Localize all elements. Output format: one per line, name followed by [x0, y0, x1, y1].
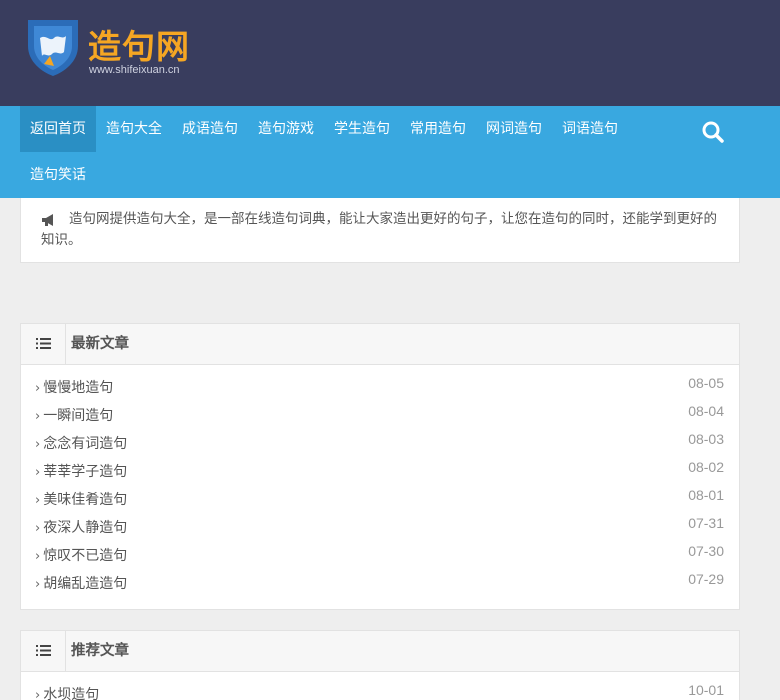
- nav-item-netword-sentences[interactable]: 网词造句: [476, 106, 552, 152]
- article-date: 07-31: [688, 515, 724, 531]
- latest-articles-panel: 最新文章 › 慢慢地造句 08-05 › 一瞬间造句 08-04 › 念念有词造句 0…: [20, 323, 740, 610]
- article-link[interactable]: › 胡编乱造造句: [35, 573, 127, 593]
- site-notice: 造句网提供造句大全，是一部在线造句词典，能让大家造出更好的句子，让您在造句的同时…: [20, 198, 740, 263]
- latest-articles-list: › 慢慢地造句 08-05 › 一瞬间造句 08-04 › 念念有词造句 08-03 …: [21, 365, 739, 592]
- list-item: › 胡编乱造造句 07-29: [21, 561, 739, 592]
- site-header: 造句网 www.shifeixuan.cn: [0, 0, 780, 106]
- logo-url: www.shifeixuan.cn: [89, 64, 180, 76]
- list-item: › 莘莘学子造句 08-02: [21, 449, 739, 480]
- list-item: › 一瞬间造句 08-04: [21, 393, 739, 424]
- nav-item-idiom-sentences[interactable]: 成语造句: [172, 106, 248, 152]
- list-item: › 惊叹不已造句 07-30: [21, 533, 739, 564]
- recommended-articles-list: › 水坝造句 10-01: [21, 672, 739, 700]
- list-icon: [21, 631, 66, 671]
- search-icon[interactable]: [700, 119, 726, 145]
- article-date: 07-29: [688, 571, 724, 587]
- nav-item-word-sentences[interactable]: 词语造句: [552, 106, 628, 152]
- article-link[interactable]: › 水坝造句: [35, 684, 99, 700]
- panel-header: 推荐文章: [21, 631, 739, 672]
- nav-item-sentence-collection[interactable]: 造句大全: [96, 106, 172, 152]
- panel-title: 最新文章: [71, 336, 129, 352]
- article-date: 10-01: [688, 682, 724, 698]
- recommended-articles-panel: 推荐文章 › 水坝造句 10-01: [20, 630, 740, 700]
- notice-text: 造句网提供造句大全，是一部在线造句词典，能让大家造出更好的句子，让您在造句的同时…: [41, 211, 717, 248]
- list-icon: [21, 324, 66, 364]
- main-nav: 返回首页 造句大全 成语造句 造句游戏 学生造句 常用造句 网词造句 词语造句 …: [0, 106, 780, 198]
- article-date: 08-01: [688, 487, 724, 503]
- logo-text: 造句网: [88, 27, 190, 66]
- list-item: › 慢慢地造句 08-05: [21, 365, 739, 396]
- article-date: 08-05: [688, 375, 724, 391]
- article-date: 07-30: [688, 543, 724, 559]
- nav-item-common-sentences[interactable]: 常用造句: [400, 106, 476, 152]
- article-date: 08-02: [688, 459, 724, 475]
- article-date: 08-03: [688, 431, 724, 447]
- chevron-right-icon: ›: [35, 688, 41, 700]
- nav-item-home[interactable]: 返回首页: [20, 106, 96, 152]
- list-item: › 美味佳肴造句 08-01: [21, 477, 739, 508]
- nav-item-sentence-jokes[interactable]: 造句笑话: [20, 152, 96, 198]
- shield-logo-icon: [28, 20, 78, 76]
- nav-item-student-sentences[interactable]: 学生造句: [324, 106, 400, 152]
- panel-header: 最新文章: [21, 324, 739, 365]
- article-date: 08-04: [688, 403, 724, 419]
- nav-item-sentence-games[interactable]: 造句游戏: [248, 106, 324, 152]
- list-item: › 水坝造句 10-01: [21, 672, 739, 700]
- site-logo[interactable]: 造句网 www.shifeixuan.cn: [24, 16, 204, 80]
- list-item: › 夜深人静造句 07-31: [21, 505, 739, 536]
- panel-title: 推荐文章: [71, 643, 129, 659]
- chevron-right-icon: ›: [35, 577, 41, 592]
- list-item: › 念念有词造句 08-03: [21, 421, 739, 452]
